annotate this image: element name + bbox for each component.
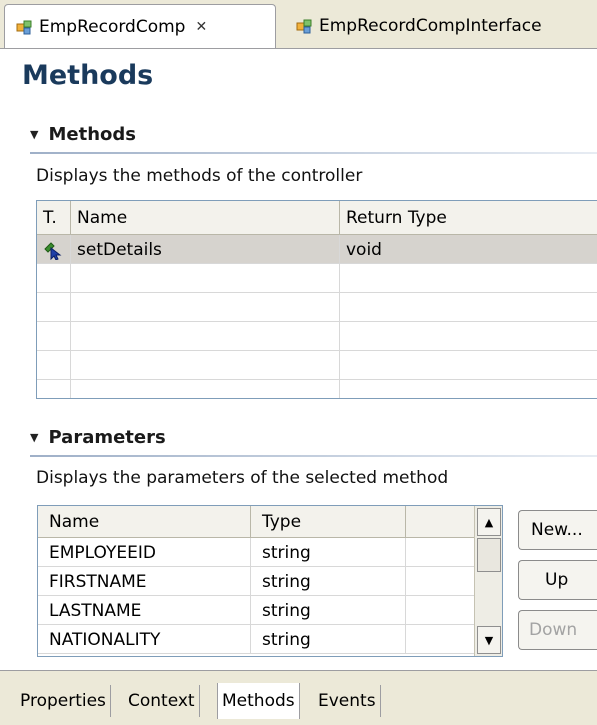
tab-events[interactable]: Events	[314, 685, 381, 717]
component-icon	[16, 20, 32, 34]
methods-table: T. Name Return Type setDetails void	[36, 200, 597, 399]
arrow-up-icon: ▲	[484, 515, 494, 529]
param-name-cell: FIRSTNAME	[38, 567, 251, 596]
section-divider	[30, 152, 597, 154]
bottom-tab-bar: Properties Context Methods Events	[0, 670, 597, 725]
parameters-section-title: Parameters	[48, 427, 166, 448]
parameters-table: Name Type EMPLOYEEID string FIRSTNAME st…	[37, 505, 503, 657]
parameters-table-header: Name Type	[38, 506, 474, 538]
editor-tab-emprecordcompinterface[interactable]: EmpRecordCompInterface	[285, 4, 597, 47]
vertical-scrollbar[interactable]: ▲ ▼	[474, 506, 502, 656]
tab-properties[interactable]: Properties	[16, 685, 111, 717]
up-button[interactable]: Up	[518, 560, 597, 600]
table-row	[37, 322, 597, 351]
param-type-cell: string	[251, 625, 406, 654]
method-return-type-cell: void	[346, 239, 382, 260]
method-icon	[44, 241, 62, 260]
methods-section-header[interactable]: ▼ Methods	[30, 124, 136, 145]
column-header-type[interactable]: Type	[251, 506, 406, 537]
arrow-down-icon: ▼	[484, 633, 494, 647]
editor-tab-emprecordcomp[interactable]: EmpRecordComp ✕	[4, 4, 276, 48]
parameters-description: Displays the parameters of the selected …	[36, 468, 449, 488]
param-name-cell: NATIONALITY	[38, 625, 251, 654]
scroll-thumb[interactable]	[477, 538, 501, 572]
method-cell-icon	[37, 235, 71, 264]
methods-section-title: Methods	[48, 124, 136, 145]
table-row[interactable]: setDetails void	[37, 235, 597, 264]
new-button[interactable]: New...	[518, 510, 597, 550]
chevron-down-icon[interactable]: ▼	[30, 128, 38, 141]
page-title: Methods	[22, 60, 154, 91]
editor-tab-bar: EmpRecordComp ✕ EmpRecordCompInterface	[0, 0, 597, 49]
down-button[interactable]: Down	[518, 610, 597, 650]
table-row[interactable]: NATIONALITY string	[38, 625, 474, 654]
section-divider	[30, 455, 597, 457]
scroll-up-button[interactable]: ▲	[477, 508, 501, 536]
table-row	[37, 351, 597, 380]
param-name-cell: LASTNAME	[38, 596, 251, 625]
param-type-cell: string	[251, 538, 406, 567]
table-row	[37, 380, 597, 398]
component-icon	[296, 19, 312, 33]
param-type-cell: string	[251, 596, 406, 625]
tab-context[interactable]: Context	[124, 685, 200, 717]
scroll-down-button[interactable]: ▼	[477, 626, 501, 654]
editor-tab-label: EmpRecordComp	[39, 16, 186, 37]
table-row	[37, 264, 597, 293]
methods-table-header: T. Name Return Type	[37, 201, 597, 235]
table-row[interactable]: FIRSTNAME string	[38, 567, 474, 596]
editor-tab-label: EmpRecordCompInterface	[319, 15, 542, 36]
parameters-section-header[interactable]: ▼ Parameters	[30, 427, 166, 448]
methods-description: Displays the methods of the controller	[36, 166, 363, 186]
method-name-cell: setDetails	[71, 235, 340, 264]
column-header-empty[interactable]	[406, 506, 474, 537]
column-header-type[interactable]: T.	[37, 201, 71, 234]
param-name-cell: EMPLOYEEID	[38, 538, 251, 567]
table-row[interactable]: LASTNAME string	[38, 596, 474, 625]
tab-methods[interactable]: Methods	[217, 683, 300, 719]
column-header-return-type[interactable]: Return Type	[340, 201, 597, 234]
chevron-down-icon[interactable]: ▼	[30, 431, 38, 444]
column-header-name[interactable]: Name	[71, 201, 340, 234]
param-type-cell: string	[251, 567, 406, 596]
table-row[interactable]: EMPLOYEEID string	[38, 538, 474, 567]
column-header-name[interactable]: Name	[38, 506, 251, 537]
close-icon[interactable]: ✕	[195, 19, 207, 35]
table-row	[37, 293, 597, 322]
